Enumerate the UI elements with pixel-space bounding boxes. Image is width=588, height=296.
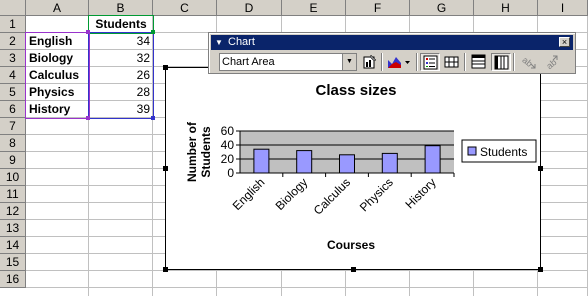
toolbar-separator (513, 53, 515, 71)
angle-text-upward-button[interactable]: ab (541, 53, 561, 71)
column-header-G[interactable]: G (410, 0, 474, 16)
toolbar-separator (416, 53, 418, 71)
select-all-corner[interactable] (0, 0, 26, 16)
values-range (88, 32, 154, 119)
x-tick-label: Calculus (311, 175, 353, 217)
chart-type-button[interactable] (385, 53, 405, 71)
toolbar-titlebar[interactable]: ▼ Chart × (211, 35, 573, 50)
bar-calculus (339, 154, 355, 174)
legend-label: Students (480, 145, 527, 159)
category-range (25, 32, 90, 119)
chart-resize-handle[interactable] (538, 267, 543, 272)
angle-text-upward-icon: ab (544, 55, 558, 70)
toolbar-separator (464, 53, 466, 71)
column-header-C[interactable]: C (153, 0, 217, 16)
x-axis-title: Courses (327, 238, 375, 252)
bar-english (253, 148, 270, 174)
dropdown-arrow-icon (405, 61, 410, 64)
row-header-14[interactable]: 14 (0, 237, 26, 254)
row-header-7[interactable]: 7 (0, 118, 26, 135)
angle-text-downward-button[interactable]: ab (519, 53, 539, 71)
row-header-12[interactable]: 12 (0, 203, 26, 220)
bar-physics (381, 152, 398, 174)
embedded-chart[interactable]: 0 20 40 60 English Biology Calculus Physics Hist… (163, 65, 543, 272)
bar-biology (296, 150, 313, 174)
by-column-button[interactable] (491, 53, 511, 71)
gridline-horizontal (26, 287, 588, 288)
data-table-button[interactable] (442, 53, 462, 71)
row-header-13[interactable]: 13 (0, 220, 26, 237)
toolbar-title: Chart (228, 36, 255, 48)
chart-resize-handle[interactable] (163, 166, 168, 171)
chart-resize-handle[interactable] (163, 65, 168, 70)
format-chart-area-icon (363, 54, 377, 69)
row-header-8[interactable]: 8 (0, 135, 26, 152)
toolbar-menu-arrow-icon[interactable]: ▼ (215, 35, 223, 50)
toolbar-separator (381, 53, 383, 71)
range-handle[interactable] (86, 116, 90, 120)
close-button[interactable]: × (559, 37, 570, 47)
chart-title: Class sizes (316, 82, 397, 99)
column-header-B[interactable]: B (89, 0, 153, 16)
row-header-3[interactable]: 3 (0, 50, 26, 67)
chart-toolbar[interactable]: ▼ Chart × Chart Area ▼ ab ab (208, 32, 576, 74)
dropdown-arrow-icon[interactable]: ▼ (342, 54, 356, 70)
by-column-icon (494, 55, 509, 70)
column-header-D[interactable]: D (217, 0, 282, 16)
chart-resize-handle[interactable] (538, 166, 543, 171)
by-row-button[interactable] (469, 53, 489, 71)
svg-text:ab: ab (544, 57, 558, 70)
y-tick-label: 40 (221, 138, 235, 152)
legend-button[interactable] (420, 53, 440, 71)
row-header-15[interactable]: 15 (0, 254, 26, 271)
row-header-11[interactable]: 11 (0, 186, 26, 203)
svg-text:ab: ab (521, 55, 534, 69)
chart-resize-handle[interactable] (163, 267, 168, 272)
by-row-icon (471, 54, 486, 69)
column-header-H[interactable]: H (474, 0, 538, 16)
chart-resize-handle[interactable] (351, 267, 356, 272)
y-tick-label: 60 (221, 124, 235, 138)
column-header-E[interactable]: E (282, 0, 346, 16)
y-tick-label: 0 (227, 166, 234, 180)
x-tick-label: Biology (273, 175, 311, 213)
angle-text-downward-icon: ab (521, 55, 536, 69)
row-header-10[interactable]: 10 (0, 169, 26, 186)
bar-history (424, 145, 441, 174)
row-header-6[interactable]: 6 (0, 101, 26, 118)
range-handle[interactable] (151, 30, 155, 34)
data-table-icon (444, 56, 459, 68)
chart-objects-select[interactable]: Chart Area ▼ (219, 53, 357, 71)
chart-objects-value: Chart Area (222, 56, 275, 68)
x-tick-label: English (230, 175, 268, 213)
row-header-5[interactable]: 5 (0, 84, 26, 101)
row-header-4[interactable]: 4 (0, 67, 26, 84)
y-axis-title: Number ofStudents (185, 121, 213, 182)
column-header-F[interactable]: F (346, 0, 410, 16)
range-handle[interactable] (86, 30, 90, 34)
row-header-9[interactable]: 9 (0, 152, 26, 169)
y-tick-label: 20 (221, 152, 235, 166)
chart-type-icon (388, 57, 401, 68)
column-header-I[interactable]: I (538, 0, 588, 16)
column-header-A[interactable]: A (26, 0, 89, 16)
chart-type-dropdown[interactable] (403, 53, 413, 71)
x-tick-label: History (402, 175, 438, 211)
legend-icon (423, 55, 438, 70)
x-tick-label: Physics (357, 175, 396, 214)
legend-swatch (467, 146, 477, 156)
row-header-16[interactable]: 16 (0, 271, 26, 288)
range-handle[interactable] (151, 116, 155, 120)
gridline-horizontal (26, 270, 588, 271)
row-header-1[interactable]: 1 (0, 16, 26, 33)
row-header-2[interactable]: 2 (0, 33, 26, 50)
chart-canvas: 0204060 English Biology Calculus Physics Hist… (185, 82, 537, 252)
format-chart-area-button[interactable] (360, 53, 380, 71)
